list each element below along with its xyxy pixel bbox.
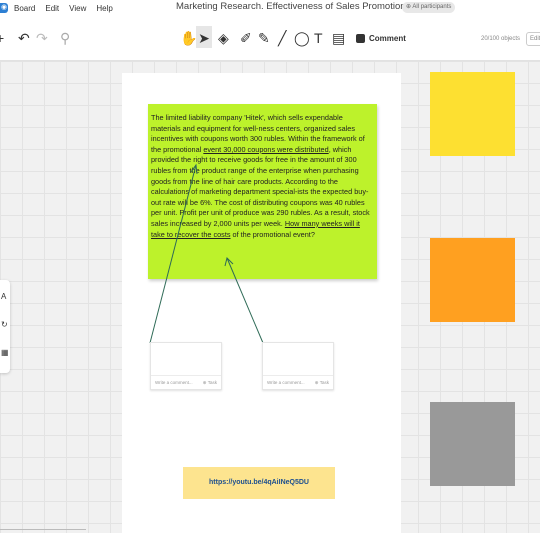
task-label-2: Task bbox=[319, 380, 329, 385]
text-style-icon[interactable]: A bbox=[1, 292, 6, 301]
write-comment-input-2[interactable]: Write a comment... bbox=[267, 380, 305, 389]
sticky-note-orange[interactable] bbox=[430, 238, 515, 322]
shape-tool-icon[interactable]: ◯ bbox=[294, 30, 310, 46]
eraser-tool-icon[interactable]: ◈ bbox=[218, 30, 229, 46]
note-text-part3: of the promotional event? bbox=[230, 229, 315, 239]
note-underlined-coupons: event 30,000 coupons were distributed bbox=[203, 144, 329, 154]
object-count: 20/100 objects bbox=[481, 36, 521, 42]
comment-button[interactable]: Comment bbox=[356, 34, 406, 43]
write-comment-input-1[interactable]: Write a comment... bbox=[155, 380, 193, 389]
comment-icon bbox=[356, 34, 365, 43]
menu-edit[interactable]: Edit bbox=[45, 4, 59, 13]
menu-bar: ◉ Board Edit View Help Marketing Researc… bbox=[0, 0, 540, 16]
line-tool-icon[interactable]: ╱ bbox=[278, 30, 286, 46]
hand-tool-icon[interactable]: ✋ bbox=[180, 30, 197, 46]
note-text-part2: , which provided the right to receive go… bbox=[151, 144, 370, 228]
toolbar: + ↶ ↷ ⚲ ✋ ➤ ◈ ✐ ✎ ╱ ◯ T ▤ Comment 20/100… bbox=[0, 16, 540, 61]
task-button-2[interactable]: ⊕ Task bbox=[315, 380, 329, 389]
comment-label: Comment bbox=[369, 34, 406, 43]
select-tool-icon[interactable]: ➤ bbox=[196, 26, 212, 48]
paint-roller-icon[interactable]: ⚲ bbox=[60, 30, 70, 46]
sticky-note-yellow[interactable] bbox=[430, 72, 515, 156]
redo-icon[interactable]: ↷ bbox=[36, 30, 48, 46]
app-logo-icon[interactable]: ◉ bbox=[0, 3, 8, 13]
grid-icon[interactable]: ▦ bbox=[1, 348, 9, 357]
sticky-note-tool-icon[interactable]: ▤ bbox=[332, 30, 345, 46]
bottom-divider bbox=[0, 529, 86, 530]
comment-card-2[interactable]: Write a comment... ⊕ Task bbox=[262, 342, 334, 390]
participants-label: All participants bbox=[412, 4, 452, 10]
marker-tool-icon[interactable]: ✎ bbox=[258, 30, 270, 46]
comment-card-1[interactable]: Write a comment... ⊕ Task bbox=[150, 342, 222, 390]
task-label-1: Task bbox=[207, 380, 217, 385]
menu-help[interactable]: Help bbox=[96, 4, 112, 13]
video-link[interactable]: https://youtu.be/4qAiINeQ5DU bbox=[209, 479, 309, 486]
menu-view[interactable]: View bbox=[69, 4, 86, 13]
undo-icon[interactable]: ↶ bbox=[18, 30, 30, 46]
text-tool-icon[interactable]: T bbox=[314, 30, 323, 46]
task-button-1[interactable]: ⊕ Task bbox=[203, 380, 217, 389]
rotate-icon[interactable]: ↻ bbox=[1, 320, 8, 329]
pen-tool-icon[interactable]: ✐ bbox=[240, 30, 252, 46]
menu-board[interactable]: Board bbox=[14, 4, 35, 13]
sticky-note-gray[interactable] bbox=[430, 402, 515, 486]
edit-button[interactable]: Edit bbox=[526, 32, 540, 46]
add-icon[interactable]: + bbox=[0, 30, 4, 46]
task-sticky-note[interactable]: The limited liability company 'Hitek', w… bbox=[148, 104, 377, 279]
video-link-note[interactable]: https://youtu.be/4qAiINeQ5DU bbox=[183, 467, 335, 499]
participants-button[interactable]: ⊕ All participants bbox=[402, 2, 456, 13]
left-tool-panel: A ↻ ▦ bbox=[0, 280, 10, 373]
